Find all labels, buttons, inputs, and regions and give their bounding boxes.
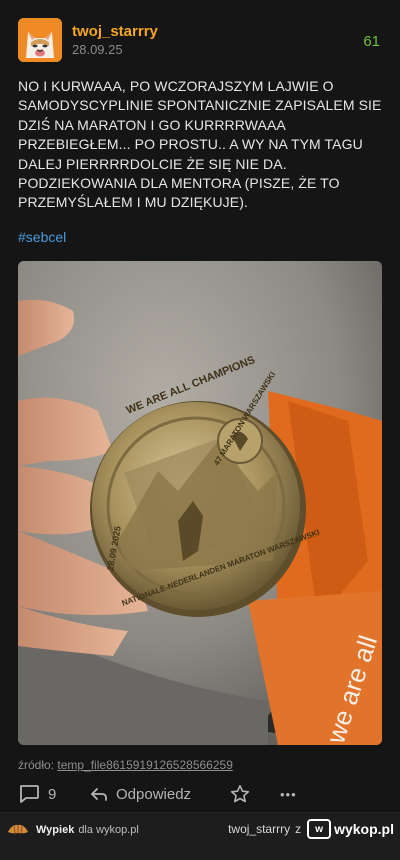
footer-right-brand[interactable]: twoj_starrry z w wykop.pl: [228, 819, 394, 839]
comments-button[interactable]: 9: [18, 782, 56, 806]
comment-icon: [20, 785, 39, 803]
wykop-logo-text: wykop.pl: [334, 821, 394, 837]
star-icon: [230, 785, 250, 803]
reply-button[interactable]: Odpowiedz: [90, 782, 191, 806]
more-options-button[interactable]: •••: [280, 782, 297, 806]
footer-z: z: [295, 822, 302, 836]
wykop-logo: w wykop.pl: [307, 819, 394, 839]
post-photo[interactable]: WE ARE ALL CHAMPIONS 47 MARATON WARSZAWS…: [18, 261, 382, 745]
source-label: źródło:: [18, 758, 55, 772]
vote-count[interactable]: 61: [363, 33, 380, 50]
favorite-button[interactable]: [230, 782, 250, 806]
medal-photo: WE ARE ALL CHAMPIONS 47 MARATON WARSZAWS…: [18, 261, 382, 745]
reply-label: Odpowiedz: [116, 785, 192, 803]
tag-link[interactable]: #sebcel: [18, 229, 66, 245]
post-content: NO I KURWAAA, PO WCZORAJSZYM LAJWIE O SA…: [18, 78, 382, 211]
footer-bar: Wypiek dla wykop.pl twoj_starrry z w wyk…: [0, 812, 400, 860]
username-link[interactable]: twoj_starrry: [72, 23, 158, 40]
footer-left-brand[interactable]: Wypiek dla wykop.pl: [6, 822, 139, 838]
footer-user: twoj_starrry: [228, 822, 291, 836]
user-avatar[interactable]: [18, 18, 62, 62]
post-date: 28.09.25: [72, 42, 123, 57]
post-card: twoj_starrry 28.09.25 61 NO I KURWAAA, P…: [0, 0, 400, 810]
footer-left-title: Wypiek: [36, 824, 75, 836]
wykop-logo-icon: w: [307, 819, 332, 839]
comments-count: 9: [48, 785, 57, 803]
footer-left-suffix: dla wykop.pl: [78, 824, 139, 836]
croissant-icon: [8, 824, 28, 834]
reply-arrow-icon: [91, 788, 107, 801]
cat-avatar-icon: [18, 18, 62, 62]
source-line: źródło: temp_file8615919126528566259: [18, 758, 233, 772]
post-actions: 9 Odpowiedz •••: [18, 782, 382, 806]
source-link[interactable]: temp_file8615919126528566259: [57, 758, 233, 772]
